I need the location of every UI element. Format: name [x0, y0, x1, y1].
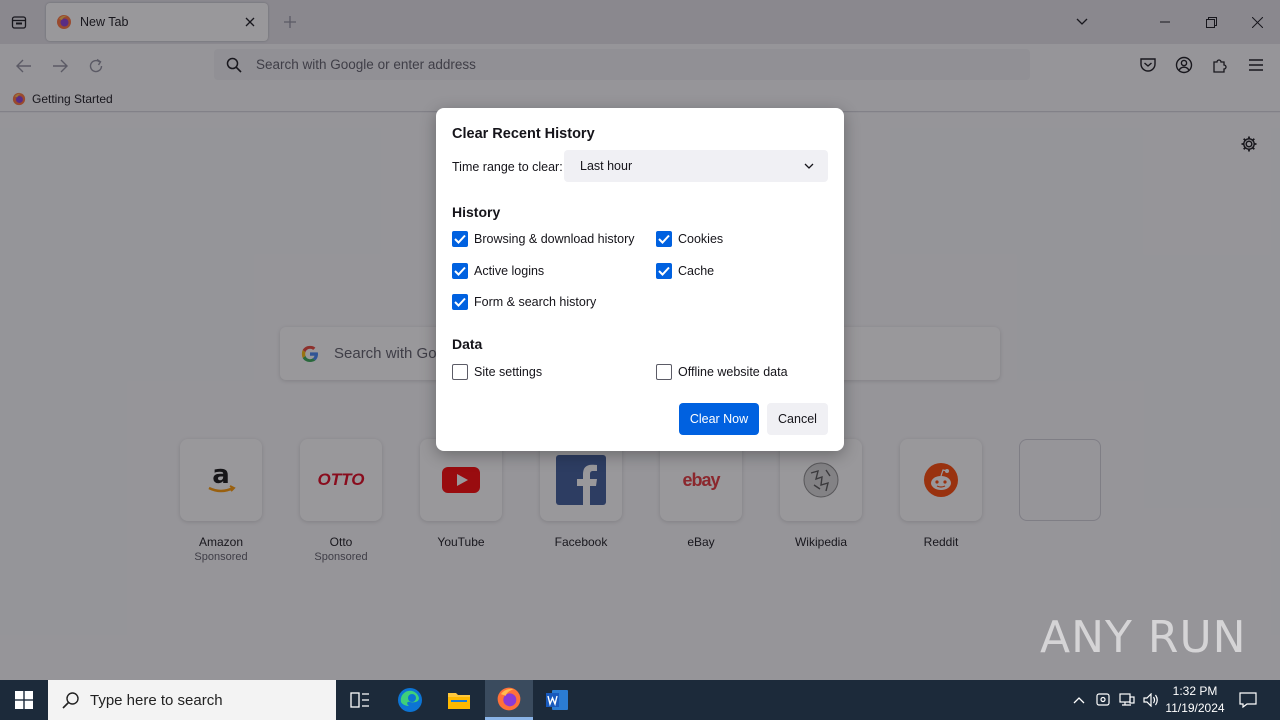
taskbar-search-input[interactable]: Type here to search: [48, 680, 336, 720]
taskbar-clock[interactable]: 1:32 PM 11/19/2024: [1160, 683, 1230, 717]
clock-date: 11/19/2024: [1165, 701, 1225, 715]
network-icon: [1119, 693, 1135, 706]
checkbox-checked-icon: [452, 263, 468, 279]
clear-history-dialog: Clear Recent History Time range to clear…: [436, 108, 844, 451]
checkbox-unchecked-icon: [656, 364, 672, 380]
anyrun-watermark: ANY RUN: [1040, 612, 1247, 663]
checkbox-cache[interactable]: Cache: [656, 263, 714, 279]
task-view-button[interactable]: [336, 680, 384, 720]
start-button[interactable]: [0, 680, 48, 720]
taskbar: Type here to search 1:32 PM 11/19/2024: [0, 680, 1280, 720]
show-hidden-icons-button[interactable]: [1068, 680, 1090, 720]
edge-taskbar-button[interactable]: [386, 680, 434, 720]
checkbox-active-logins[interactable]: Active logins: [452, 263, 544, 279]
windows-icon: [15, 691, 33, 709]
history-heading: History: [452, 204, 501, 220]
chevron-up-icon: [1073, 697, 1085, 704]
time-range-label: Time range to clear:: [452, 160, 563, 174]
file-explorer-taskbar-button[interactable]: [435, 680, 483, 720]
firefox-icon: [497, 687, 521, 710]
clock-time: 1:32 PM: [1172, 684, 1218, 698]
cancel-button[interactable]: Cancel: [767, 403, 828, 435]
checkbox-checked-icon: [452, 231, 468, 247]
edge-icon: [398, 688, 422, 712]
checkbox-label: Browsing & download history: [474, 232, 635, 246]
checkbox-checked-icon: [656, 231, 672, 247]
checkbox-label: Active logins: [474, 264, 545, 278]
clear-now-button[interactable]: Clear Now: [679, 403, 759, 435]
checkbox-label: Cache: [678, 264, 715, 278]
device-icon: [1096, 693, 1110, 706]
checkbox-checked-icon: [656, 263, 672, 279]
data-heading: Data: [452, 336, 483, 352]
checkbox-form-search-history[interactable]: Form & search history: [452, 294, 596, 310]
checkbox-browsing-history[interactable]: Browsing & download history: [452, 231, 635, 247]
notifications-button[interactable]: [1234, 680, 1262, 720]
checkbox-cookies[interactable]: Cookies: [656, 231, 723, 247]
dialog-title: Clear Recent History: [452, 126, 595, 142]
firefox-taskbar-button[interactable]: [485, 680, 533, 720]
meet-now-button[interactable]: [1093, 680, 1113, 720]
checkbox-checked-icon: [452, 294, 468, 310]
checkbox-label: Offline website data: [678, 365, 788, 379]
time-range-select[interactable]: Last hour: [564, 150, 828, 182]
checkbox-site-settings[interactable]: Site settings: [452, 364, 542, 380]
checkbox-unchecked-icon: [452, 364, 468, 380]
volume-button[interactable]: [1140, 680, 1162, 720]
task-view-icon: [350, 692, 369, 708]
search-icon: [62, 692, 79, 709]
word-icon: [546, 690, 568, 710]
checkbox-label: Site settings: [474, 365, 543, 379]
notification-icon: [1239, 692, 1257, 708]
word-taskbar-button[interactable]: [533, 680, 581, 720]
taskbar-search-placeholder: Type here to search: [90, 691, 223, 709]
checkbox-label: Cookies: [678, 232, 724, 246]
watermark-text: ANY RUN: [1040, 612, 1247, 663]
checkbox-offline-website-data[interactable]: Offline website data: [656, 364, 788, 380]
folder-icon: [448, 693, 470, 709]
network-button[interactable]: [1116, 680, 1138, 720]
volume-icon: [1143, 693, 1158, 707]
time-range-value: Last hour: [580, 159, 633, 173]
checkbox-label: Form & search history: [474, 295, 597, 309]
chevron-down-icon: [804, 163, 814, 169]
